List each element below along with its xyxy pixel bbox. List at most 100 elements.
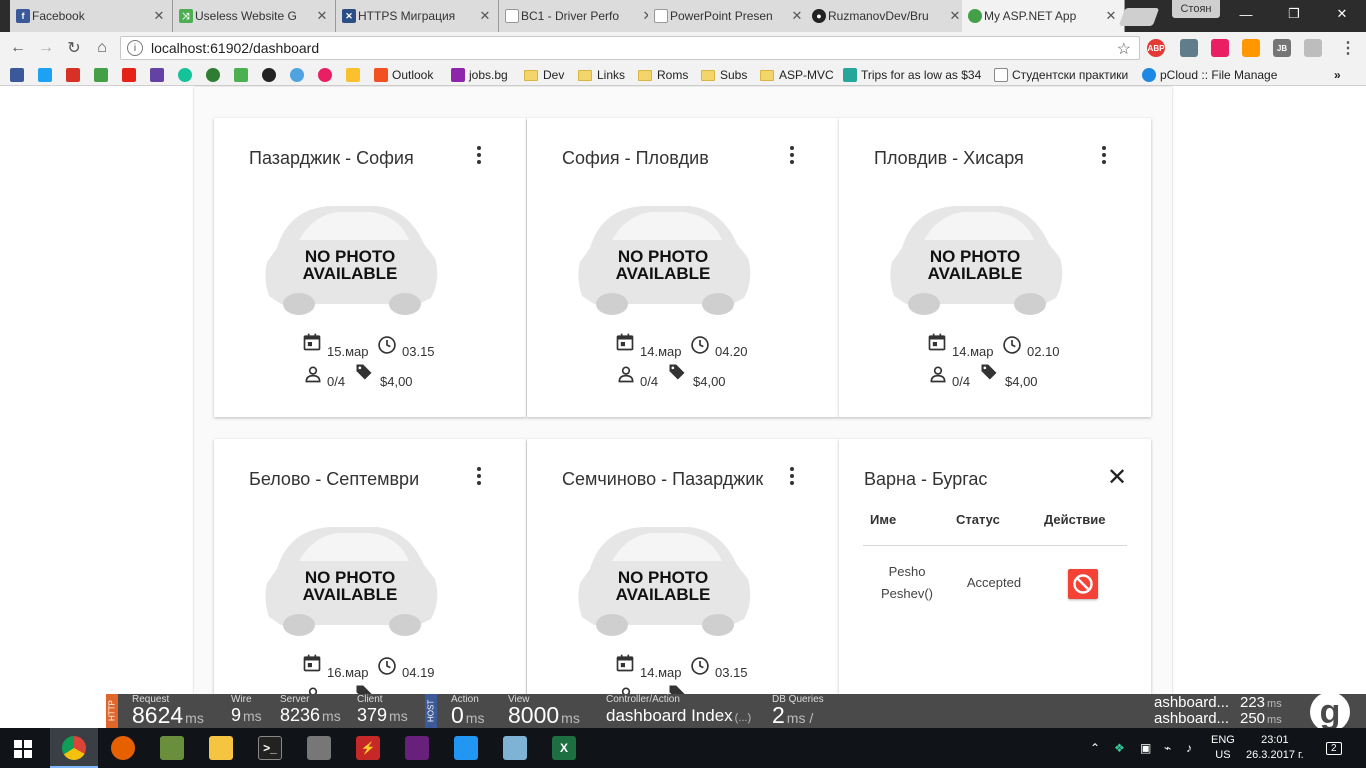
history-entry-name[interactable]: ashboard... xyxy=(1154,711,1229,727)
info-icon[interactable]: i xyxy=(127,40,143,56)
firefox-icon[interactable] xyxy=(111,736,135,760)
tab-https-migration[interactable]: ✕ HTTPS Миграция ✕ xyxy=(336,0,499,32)
more-vert-icon[interactable] xyxy=(787,467,797,485)
volume-icon[interactable]: ♪ xyxy=(1186,728,1192,768)
bookmark-grammarly[interactable] xyxy=(178,67,196,83)
tab-bc1-driver[interactable]: BC1 - Driver Perfo ✕ xyxy=(499,0,662,32)
tab-facebook[interactable]: f Facebook ✕ xyxy=(10,0,173,32)
dropbox-icon[interactable]: ❖ xyxy=(1114,728,1125,768)
extension-icon[interactable] xyxy=(1304,39,1322,57)
jetbrains-icon[interactable]: JB xyxy=(1273,39,1291,57)
eyedropper-icon[interactable] xyxy=(1180,39,1198,57)
person-icon xyxy=(621,687,631,694)
bookmark-site[interactable] xyxy=(290,67,308,83)
bookmark-twitch[interactable] xyxy=(150,67,168,83)
bookmark-trips[interactable]: Trips for as low as $34 xyxy=(843,67,981,83)
glimpse-request[interactable]: Request 8624 ms xyxy=(132,694,232,728)
bookmark-pcloud[interactable]: pCloud :: File Manage xyxy=(1142,67,1277,83)
bookmark-site[interactable] xyxy=(318,67,336,83)
more-bookmarks-icon[interactable]: » xyxy=(1334,67,1341,83)
close-icon[interactable]: ✕ xyxy=(315,8,329,24)
address-bar[interactable]: i localhost:61902/dashboard ☆ xyxy=(120,36,1140,60)
bookmark-site[interactable] xyxy=(234,67,252,83)
http-tag: HTTP xyxy=(106,694,118,728)
excel-icon[interactable]: X xyxy=(552,736,576,760)
bookmark-twitter[interactable] xyxy=(38,67,56,83)
bookmark-facebook[interactable] xyxy=(10,67,28,83)
glimpse-controller-action[interactable]: Controller/Action dashboard Index (...) xyxy=(606,694,766,728)
bookmark-student-practices[interactable]: Студентски практики xyxy=(994,67,1128,83)
history-entry-name[interactable]: ashboard... xyxy=(1154,695,1229,711)
bookmark-folder-asp-mvc[interactable]: ASP-MVC xyxy=(760,67,834,83)
language-indicator[interactable]: ENG US xyxy=(1211,728,1235,768)
forward-icon[interactable]: → xyxy=(36,38,56,58)
new-tab-button[interactable] xyxy=(1118,8,1160,26)
star-icon[interactable]: ☆ xyxy=(1117,39,1131,59)
notepad-plus-icon[interactable] xyxy=(160,736,184,760)
tab-powerpoint[interactable]: PowerPoint Presen ✕ xyxy=(648,0,811,32)
tray-chevron-icon[interactable]: ⌃ xyxy=(1090,728,1100,768)
tab-github[interactable]: ● RuzmanovDev/Bru ✕ xyxy=(806,0,969,32)
close-icon[interactable]: ✕ xyxy=(478,8,492,24)
glimpse-server[interactable]: Server 8236 ms xyxy=(280,694,360,728)
tab-useless-website[interactable]: ⤨ Useless Website G ✕ xyxy=(173,0,336,32)
bookmark-folder-roms[interactable]: Roms xyxy=(638,67,688,83)
bookmark-github[interactable] xyxy=(262,67,280,83)
bookmark-folder-dev[interactable]: Dev xyxy=(524,67,564,83)
terminal-icon[interactable]: >_ xyxy=(258,736,282,760)
color-extension-icon[interactable] xyxy=(1211,39,1229,57)
restore-icon[interactable]: ❐ xyxy=(1270,0,1318,28)
file-explorer-icon[interactable] xyxy=(209,736,233,760)
tools-icon[interactable] xyxy=(307,736,331,760)
extension-icon[interactable] xyxy=(1242,39,1260,57)
bookmark-folder-links[interactable]: Links xyxy=(578,67,625,83)
home-icon[interactable]: ⌂ xyxy=(92,38,112,58)
bookmark-home[interactable] xyxy=(94,67,112,83)
tray-app-icon[interactable]: ▣ xyxy=(1140,728,1151,768)
close-icon[interactable]: ✕ xyxy=(152,8,166,24)
close-icon[interactable]: ✕ xyxy=(790,8,804,24)
menu-icon[interactable]: ⋮ xyxy=(1338,38,1358,58)
more-vert-icon[interactable] xyxy=(1099,146,1109,164)
network-status-icon[interactable]: ⌁ xyxy=(1164,728,1171,768)
bookmark-youtube[interactable] xyxy=(122,67,140,83)
bookmark-outlook[interactable]: Outlook xyxy=(374,67,433,83)
bookmark-drive[interactable] xyxy=(346,67,364,83)
glimpse-db-queries[interactable]: DB Queries 2 ms / xyxy=(772,694,842,728)
more-vert-icon[interactable] xyxy=(787,146,797,164)
back-icon[interactable]: ← xyxy=(8,38,28,58)
reload-icon[interactable]: ↻ xyxy=(64,38,84,58)
bookmark-folder-subs[interactable]: Subs xyxy=(701,67,747,83)
notifications-icon[interactable]: 2 xyxy=(1326,728,1342,768)
reject-passenger-button[interactable] xyxy=(1068,569,1098,599)
bookmark-jobs-bg[interactable]: jobs.bg xyxy=(451,67,508,83)
folder-icon xyxy=(701,69,715,81)
adblock-icon[interactable]: ABP xyxy=(1147,39,1165,57)
profile-button[interactable]: Стоян xyxy=(1172,0,1220,18)
more-vert-icon[interactable] xyxy=(474,146,484,164)
close-icon[interactable]: ✕ xyxy=(1104,8,1118,24)
bookmark-site[interactable] xyxy=(206,67,224,83)
network-icon[interactable] xyxy=(503,736,527,760)
close-icon[interactable]: ✕ xyxy=(1107,463,1127,492)
taskbar-chrome[interactable] xyxy=(50,728,98,768)
tab-asp-net-app[interactable]: My ASP.NET App ✕ xyxy=(962,0,1125,32)
minimize-icon[interactable]: — xyxy=(1222,0,1270,28)
glimpse-action[interactable]: Action 0 ms xyxy=(451,694,501,728)
visual-studio-icon[interactable] xyxy=(405,736,429,760)
more-vert-icon[interactable] xyxy=(474,467,484,485)
clock[interactable]: 23:01 26.3.2017 г. xyxy=(1246,728,1304,768)
close-window-icon[interactable]: ✕ xyxy=(1318,0,1366,28)
glimpse-wire[interactable]: Wire 9 ms xyxy=(231,694,271,728)
glimpse-client[interactable]: Client 379 ms xyxy=(357,694,417,728)
close-icon[interactable]: ✕ xyxy=(948,8,962,24)
calendar-icon xyxy=(928,333,946,351)
bookmark-gmail[interactable] xyxy=(66,67,84,83)
glimpse-logo[interactable]: g xyxy=(1310,692,1350,732)
no-photo-line2: AVAILABLE xyxy=(927,264,1023,283)
windows-start-icon[interactable] xyxy=(14,740,32,758)
glimpse-view[interactable]: View 8000 ms xyxy=(508,694,598,728)
remote-desktop-icon[interactable] xyxy=(454,736,478,760)
history-entry-time: 250 ms xyxy=(1240,711,1282,728)
filezilla-icon[interactable]: ⚡ xyxy=(356,736,380,760)
